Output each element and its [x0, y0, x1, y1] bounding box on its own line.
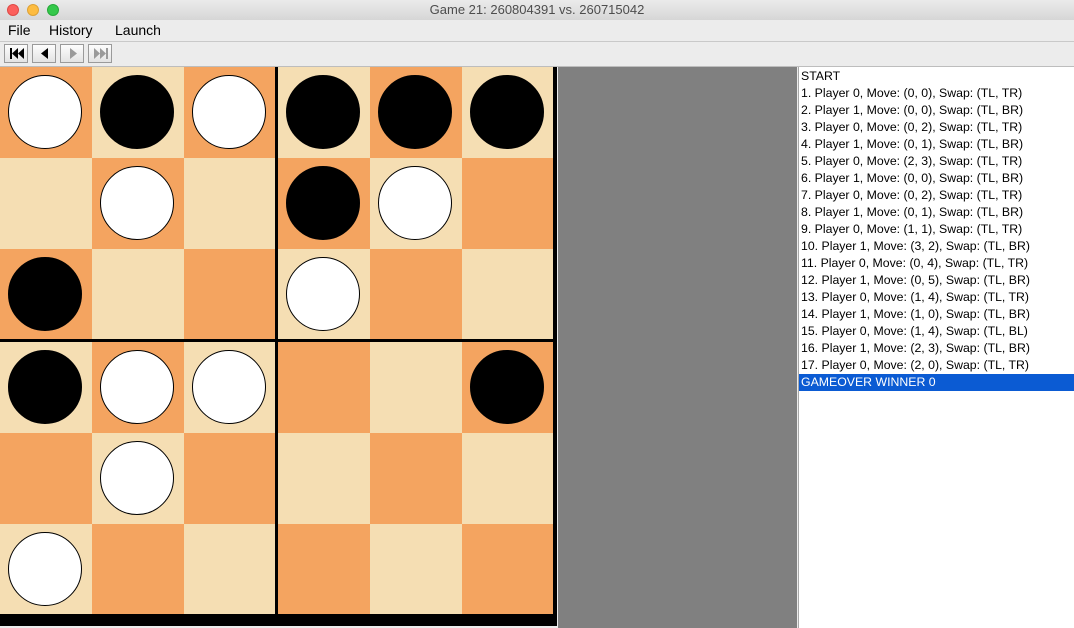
board-cell[interactable] [462, 342, 553, 433]
board-cell[interactable] [370, 524, 462, 614]
white-piece [100, 441, 174, 515]
black-piece [286, 166, 360, 240]
board-cell[interactable] [92, 342, 184, 433]
board-cell[interactable] [92, 524, 184, 614]
empty-panel [558, 67, 797, 628]
board-cell[interactable] [278, 433, 370, 524]
white-piece [192, 350, 266, 424]
history-item[interactable]: 17. Player 0, Move: (2, 0), Swap: (TL, T… [799, 357, 1074, 374]
board-cell[interactable] [92, 67, 184, 158]
board-cell[interactable] [184, 342, 275, 433]
board-cell[interactable] [184, 158, 275, 249]
board-cell[interactable] [0, 249, 92, 339]
history-item[interactable]: 1. Player 0, Move: (0, 0), Swap: (TL, TR… [799, 85, 1074, 102]
history-item[interactable]: 2. Player 1, Move: (0, 0), Swap: (TL, BR… [799, 102, 1074, 119]
board-cell[interactable] [462, 433, 553, 524]
black-piece [8, 257, 82, 331]
black-piece [470, 350, 544, 424]
previous-move-button[interactable] [32, 44, 56, 63]
board-cell[interactable] [370, 433, 462, 524]
board-cell[interactable] [462, 67, 553, 158]
history-item[interactable]: 15. Player 0, Move: (1, 4), Swap: (TL, B… [799, 323, 1074, 340]
history-item[interactable]: 3. Player 0, Move: (0, 2), Swap: (TL, TR… [799, 119, 1074, 136]
history-item[interactable]: 6. Player 1, Move: (0, 0), Swap: (TL, BR… [799, 170, 1074, 187]
board-cell[interactable] [0, 342, 92, 433]
skip-to-end-icon [94, 48, 108, 59]
board-cell[interactable] [92, 249, 184, 339]
history-item[interactable]: 7. Player 0, Move: (0, 2), Swap: (TL, TR… [799, 187, 1074, 204]
history-item[interactable]: START [799, 68, 1074, 85]
next-move-button[interactable] [60, 44, 84, 63]
board-cell[interactable] [278, 342, 370, 433]
title-bar: Game 21: 260804391 vs. 260715042 [0, 0, 1074, 21]
board-cell[interactable] [278, 524, 370, 614]
game-board[interactable] [0, 67, 557, 626]
history-item[interactable]: 5. Player 0, Move: (2, 3), Swap: (TL, TR… [799, 153, 1074, 170]
white-piece [100, 166, 174, 240]
board-cell[interactable] [0, 433, 92, 524]
window-title: Game 21: 260804391 vs. 260715042 [429, 2, 645, 17]
black-piece [286, 75, 360, 149]
menu-bar: File History Launch [0, 20, 1074, 42]
board-cell[interactable] [462, 249, 553, 339]
white-piece [378, 166, 452, 240]
history-item[interactable]: 8. Player 1, Move: (0, 1), Swap: (TL, BR… [799, 204, 1074, 221]
board-cell[interactable] [0, 158, 92, 249]
first-move-button[interactable] [4, 44, 28, 63]
white-piece [8, 75, 82, 149]
board-cell[interactable] [278, 158, 370, 249]
board-cell[interactable] [92, 433, 184, 524]
menu-launch[interactable]: Launch [115, 22, 161, 38]
white-piece [100, 350, 174, 424]
history-item[interactable]: 14. Player 1, Move: (1, 0), Swap: (TL, B… [799, 306, 1074, 323]
navigation-toolbar [0, 42, 1074, 67]
black-piece [470, 75, 544, 149]
white-piece [8, 532, 82, 606]
board-cell[interactable] [370, 67, 462, 158]
board-cell[interactable] [92, 158, 184, 249]
history-item[interactable]: 13. Player 0, Move: (1, 4), Swap: (TL, T… [799, 289, 1074, 306]
last-move-button[interactable] [88, 44, 112, 63]
board-cell[interactable] [184, 249, 275, 339]
board-cell[interactable] [370, 249, 462, 339]
move-history-list[interactable]: START 1. Player 0, Move: (0, 0), Swap: (T… [798, 67, 1074, 628]
history-item[interactable]: 12. Player 1, Move: (0, 5), Swap: (TL, B… [799, 272, 1074, 289]
history-item[interactable]: 16. Player 1, Move: (2, 3), Swap: (TL, B… [799, 340, 1074, 357]
step-back-icon [41, 48, 48, 59]
board-cell[interactable] [0, 67, 92, 158]
history-item[interactable]: GAMEOVER WINNER 0 [799, 374, 1074, 391]
board-cell[interactable] [184, 524, 275, 614]
white-piece [192, 75, 266, 149]
skip-to-start-icon [10, 48, 24, 59]
history-item[interactable]: 9. Player 0, Move: (1, 1), Swap: (TL, TR… [799, 221, 1074, 238]
step-forward-icon [70, 48, 77, 59]
black-piece [100, 75, 174, 149]
board-cell[interactable] [462, 158, 553, 249]
board-cell[interactable] [462, 524, 553, 614]
board-cell[interactable] [184, 67, 275, 158]
board-cell[interactable] [0, 524, 92, 614]
menu-history[interactable]: History [49, 22, 93, 38]
history-item[interactable]: 10. Player 1, Move: (3, 2), Swap: (TL, B… [799, 238, 1074, 255]
board-cell[interactable] [278, 249, 370, 339]
board-cell[interactable] [278, 67, 370, 158]
history-item[interactable]: 4. Player 1, Move: (0, 1), Swap: (TL, BR… [799, 136, 1074, 153]
black-piece [8, 350, 82, 424]
white-piece [286, 257, 360, 331]
black-piece [378, 75, 452, 149]
board-cell[interactable] [184, 433, 275, 524]
menu-file[interactable]: File [8, 22, 31, 38]
board-cell[interactable] [370, 342, 462, 433]
board-cell[interactable] [370, 158, 462, 249]
history-item[interactable]: 11. Player 0, Move: (0, 4), Swap: (TL, T… [799, 255, 1074, 272]
